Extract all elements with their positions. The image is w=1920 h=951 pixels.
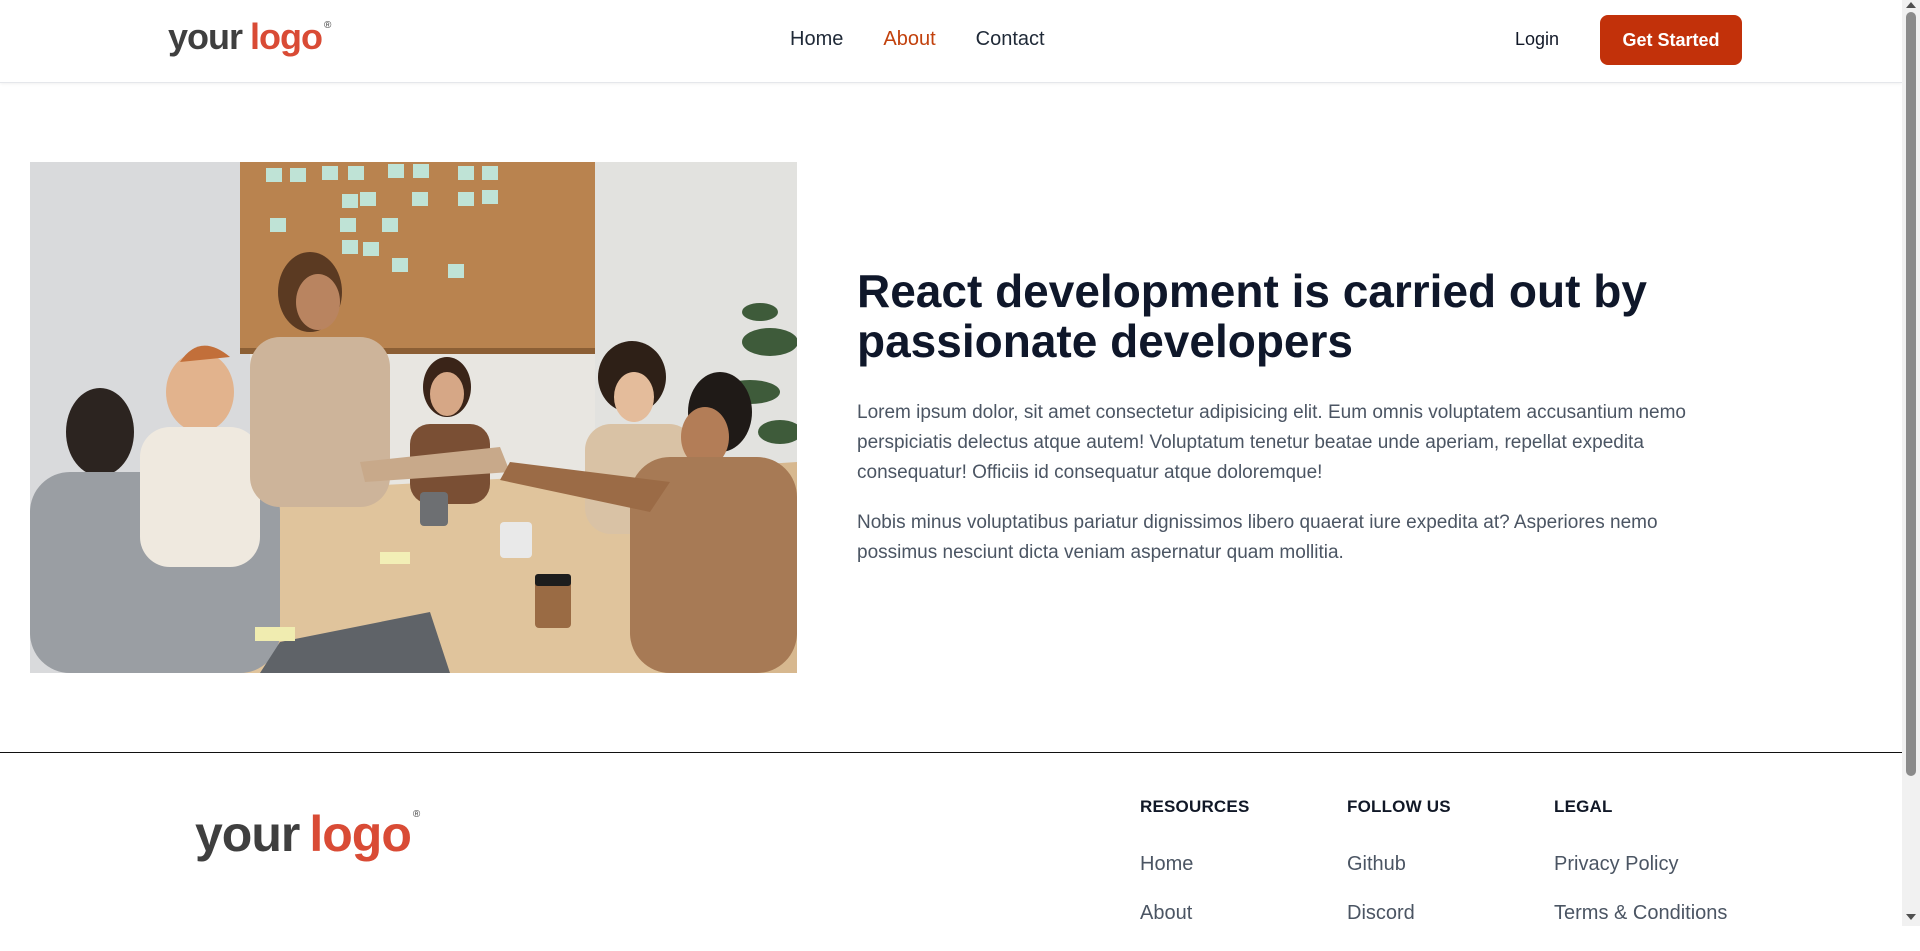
registered-mark: ® <box>324 20 332 31</box>
footer-column-legal: LEGAL Privacy Policy Terms & Conditions <box>1554 797 1727 951</box>
main-nav: Home About Contact <box>790 28 1045 51</box>
nav-contact-link[interactable]: Contact <box>976 28 1045 51</box>
scrollbar-thumb[interactable] <box>1906 12 1916 776</box>
registered-mark: ® <box>412 809 421 820</box>
page-scrollbar[interactable] <box>1902 0 1920 926</box>
footer-column-title: LEGAL <box>1554 797 1613 816</box>
footer-link-home[interactable]: Home <box>1140 853 1250 876</box>
scroll-up-arrow-icon[interactable] <box>1906 2 1916 8</box>
site-footer: your logo ® RESOURCES Home About FOLLOW … <box>0 752 1902 927</box>
logo-word-logo: logo <box>309 806 412 862</box>
footer-column-title: RESOURCES <box>1140 797 1250 816</box>
hero-title: React development is carried out by pass… <box>857 265 1647 367</box>
nav-about-link[interactable]: About <box>883 28 935 51</box>
footer-link-discord[interactable]: Discord <box>1347 902 1451 925</box>
site-header: your logo ® Home About Contact Login Get… <box>0 0 1902 83</box>
scroll-down-arrow-icon[interactable] <box>1906 914 1916 920</box>
footer-column-resources: RESOURCES Home About <box>1140 797 1250 951</box>
footer-column-follow-us: FOLLOW US Github Discord <box>1347 797 1451 951</box>
login-link[interactable]: Login <box>1515 29 1559 50</box>
footer-link-privacy-policy[interactable]: Privacy Policy <box>1554 853 1727 876</box>
nav-home-link[interactable]: Home <box>790 28 843 51</box>
footer-link-github[interactable]: Github <box>1347 853 1451 876</box>
footer-link-about[interactable]: About <box>1140 902 1250 925</box>
hero-paragraph-2: Nobis minus voluptatibus pariatur dignis… <box>857 512 1658 563</box>
footer-logo[interactable]: your logo ® <box>195 805 420 863</box>
team-meeting-photo <box>30 162 797 673</box>
header-logo[interactable]: your logo ® <box>168 16 331 58</box>
hero-paragraph-1: Lorem ipsum dolor, sit amet consectetur … <box>857 402 1686 483</box>
logo-word-logo: logo <box>250 16 323 57</box>
footer-link-terms-conditions[interactable]: Terms & Conditions <box>1554 902 1727 925</box>
logo-word-your: your <box>195 806 300 862</box>
footer-column-title: FOLLOW US <box>1347 797 1451 816</box>
get-started-button[interactable]: Get Started <box>1600 15 1742 65</box>
logo-word-your: your <box>168 16 243 57</box>
